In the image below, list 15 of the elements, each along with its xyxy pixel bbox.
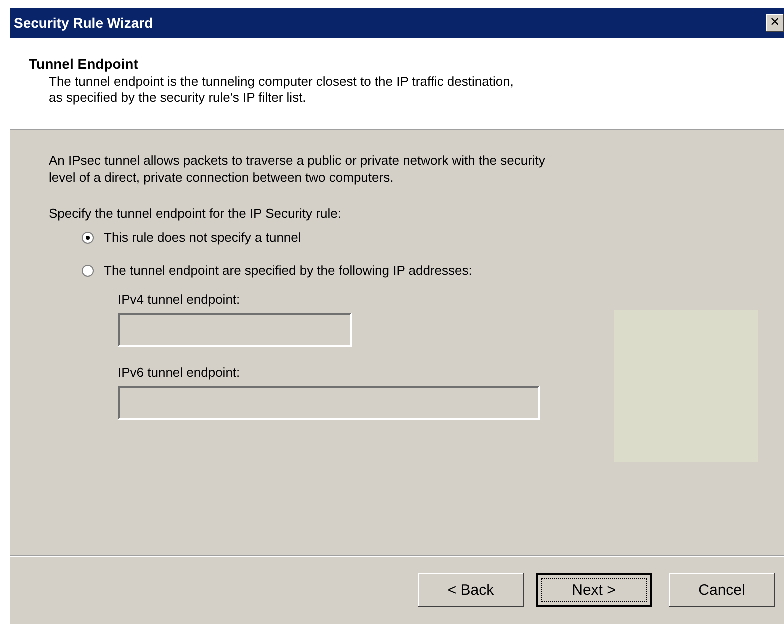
wizard-button[interactable]: Cancel xyxy=(669,573,775,607)
radio-label[interactable]: The tunnel endpoint are specified by the following IP addresses: xyxy=(104,263,472,278)
field-label: IPv4 tunnel endpoint: xyxy=(118,292,242,307)
radio-button[interactable] xyxy=(82,232,94,244)
wizard-button[interactable]: < Back xyxy=(418,573,524,607)
page-description: The tunnel endpoint is the tunneling computer closest to the IP traffic destination, as specified by the security rule's IP filter list. xyxy=(49,74,515,106)
close-button[interactable]: × xyxy=(766,14,784,32)
intro-text: An IPsec tunnel allows packets to traverse a public or private network with the security level of a direct, private connection between two computers. xyxy=(49,152,546,186)
wizard-button[interactable]: Next > xyxy=(536,573,652,607)
radio-label[interactable]: This rule does not specify a tunnel xyxy=(104,230,302,245)
radio-button[interactable] xyxy=(82,264,94,276)
window-title: Security Rule Wizard xyxy=(14,15,154,31)
page-title: Tunnel Endpoint xyxy=(29,56,140,72)
field-label: IPv6 tunnel endpoint: xyxy=(118,365,242,380)
prompt-text: Specify the tunnel endpoint for the IP Security rule: xyxy=(49,205,342,222)
